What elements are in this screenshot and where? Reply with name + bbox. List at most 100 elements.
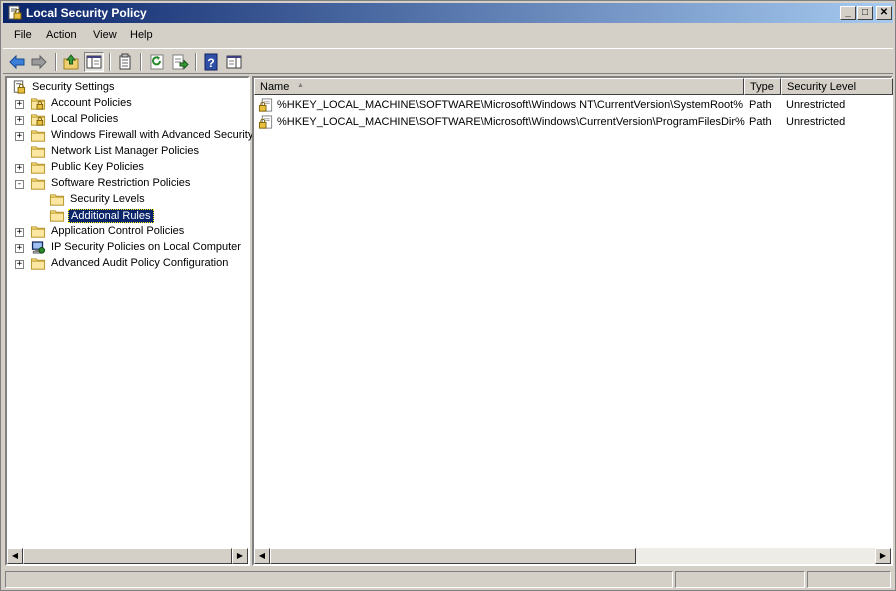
security-policy-icon (8, 5, 22, 20)
menu-action[interactable]: Action (46, 29, 77, 41)
policy-folder-icon (30, 114, 46, 126)
tree-item-label: Local Policies (51, 113, 119, 125)
svg-text:?: ? (207, 56, 214, 70)
tree-horizontal-scrollbar[interactable]: ◀ ▶ (7, 548, 248, 564)
column-header-security-level[interactable]: Security Level (781, 78, 893, 95)
toolbar-separator (55, 53, 57, 71)
toolbar: ? (3, 48, 893, 74)
expand-icon[interactable]: + (15, 228, 24, 237)
show-hide-action-pane-icon (226, 55, 242, 69)
forward-button[interactable] (29, 52, 49, 72)
help-button[interactable]: ? (201, 52, 221, 72)
export-list-button[interactable] (170, 52, 190, 72)
rule-name-cell: %HKEY_LOCAL_MACHINE\SOFTWARE\Microsoft\W… (277, 116, 745, 128)
rule-name-cell: %HKEY_LOCAL_MACHINE\SOFTWARE\Microsoft\W… (277, 99, 743, 111)
column-security-level-label: Security Level (787, 81, 857, 93)
export-list-icon (172, 54, 189, 70)
toolbar-separator (109, 53, 111, 71)
up-one-level-button[interactable] (61, 52, 81, 72)
folder-icon (30, 130, 46, 142)
back-button[interactable] (7, 52, 27, 72)
rule-type-cell: Path (749, 99, 772, 111)
column-header-type[interactable]: Type (744, 78, 781, 95)
list-horizontal-scrollbar[interactable]: ◀ ▶ (254, 548, 891, 564)
show-hide-tree-button[interactable] (84, 52, 104, 72)
menu-help[interactable]: Help (130, 29, 153, 41)
tree-item-label: Windows Firewall with Advanced Security (51, 129, 254, 141)
status-bar (3, 569, 893, 589)
back-icon (9, 54, 25, 70)
expand-icon[interactable]: + (15, 116, 24, 125)
menu-file[interactable]: File (14, 29, 32, 41)
show-hide-action-pane-button[interactable] (224, 52, 244, 72)
scroll-thumb[interactable] (270, 548, 636, 564)
scroll-left-button[interactable]: ◀ (254, 548, 270, 564)
tree-item-label: Public Key Policies (51, 161, 144, 173)
expand-icon[interactable]: + (15, 100, 24, 109)
toolbar-separator (140, 53, 142, 71)
results-list-pane[interactable]: Name ▲ Type Security Level %HKEY_LOCAL_M… (252, 76, 893, 566)
minimize-button[interactable]: _ (840, 6, 856, 20)
tree-item-label: Network List Manager Policies (51, 145, 199, 157)
collapse-icon[interactable]: - (15, 180, 24, 189)
column-type-label: Type (750, 81, 774, 93)
title-bar[interactable]: Local Security Policy _ □ ✕ (3, 3, 893, 23)
rule-type-cell: Path (749, 116, 772, 128)
console-tree-pane[interactable]: Security Settings + Account Policies + Loca… (5, 76, 253, 566)
column-header-name[interactable]: Name ▲ (254, 78, 744, 95)
sort-ascending-icon: ▲ (297, 82, 304, 89)
tree-item-label: Software Restriction Policies (51, 177, 191, 189)
tree-item-label: Account Policies (51, 97, 132, 109)
table-row[interactable]: %HKEY_LOCAL_MACHINE\SOFTWARE\Microsoft\W… (254, 114, 891, 131)
expand-icon[interactable]: + (15, 132, 24, 141)
scroll-right-button[interactable]: ▶ (875, 548, 891, 564)
help-icon: ? (204, 53, 218, 71)
status-panel-2 (675, 571, 805, 588)
path-rule-icon (258, 98, 273, 112)
close-button[interactable]: ✕ (876, 6, 892, 20)
local-security-policy-window: Local Security Policy _ □ ✕ File Action … (0, 0, 896, 591)
policy-folder-icon (30, 98, 46, 110)
status-panel-main (5, 571, 673, 588)
security-settings-icon (13, 80, 26, 94)
tree-root-label: Security Settings (32, 81, 115, 93)
rule-security-level-cell: Unrestricted (786, 99, 846, 111)
menu-bar: File Action View Help (3, 25, 893, 47)
status-panel-3 (807, 571, 891, 588)
expand-icon[interactable]: + (15, 260, 24, 269)
folder-icon (49, 194, 65, 206)
up-icon (63, 54, 79, 70)
scroll-right-button[interactable]: ▶ (232, 548, 248, 564)
list-header: Name ▲ Type Security Level (254, 78, 893, 95)
maximize-button[interactable]: □ (857, 6, 873, 20)
scroll-left-button[interactable]: ◀ (7, 548, 23, 564)
folder-icon (30, 226, 46, 238)
window-title: Local Security Policy (26, 6, 147, 20)
tree-item-label: Advanced Audit Policy Configuration (51, 257, 229, 269)
ip-security-icon (31, 241, 46, 254)
scroll-thumb[interactable] (23, 548, 232, 564)
folder-icon (30, 258, 46, 270)
tree-item-label: Application Control Policies (51, 225, 185, 237)
tree-item-label: Security Levels (70, 193, 145, 205)
path-rule-icon (258, 115, 273, 129)
toolbar-separator (195, 53, 197, 71)
tree-item-label: Additional Rules (68, 209, 154, 223)
folder-icon (30, 162, 46, 174)
properties-button[interactable] (115, 52, 135, 72)
column-name-label: Name (260, 81, 290, 93)
tree-item-label: IP Security Policies on Local Computer (51, 241, 241, 253)
forward-icon (31, 54, 47, 70)
rule-security-level-cell: Unrestricted (786, 116, 846, 128)
folder-icon (30, 178, 46, 190)
menu-view[interactable]: View (93, 29, 117, 41)
refresh-button[interactable] (147, 52, 167, 72)
folder-icon (49, 210, 65, 222)
properties-icon (119, 53, 131, 70)
refresh-icon (150, 54, 164, 70)
show-hide-tree-icon (86, 55, 102, 69)
expand-icon[interactable]: + (15, 244, 24, 253)
folder-icon (30, 146, 46, 158)
table-row[interactable]: %HKEY_LOCAL_MACHINE\SOFTWARE\Microsoft\W… (254, 97, 891, 114)
expand-icon[interactable]: + (15, 164, 24, 173)
